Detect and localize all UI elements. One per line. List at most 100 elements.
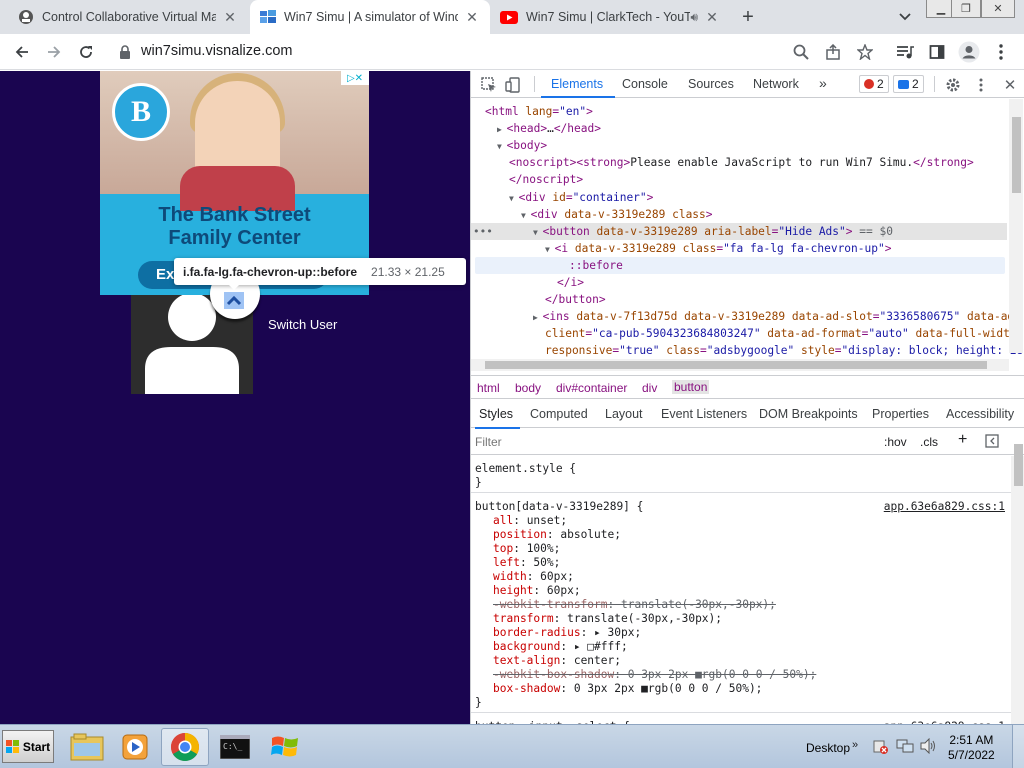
address-bar[interactable]: win7simu.visnalize.com <box>141 43 293 59</box>
errors-badge[interactable]: 2 <box>859 75 889 93</box>
tab-sources[interactable]: Sources <box>688 77 734 91</box>
taskbar-windows[interactable] <box>261 728 309 766</box>
dom-node-line[interactable]: ::before <box>569 257 623 274</box>
device-toolbar-icon[interactable] <box>501 73 525 97</box>
dom-node-line[interactable]: ▼ <i data-v-3319e289 class="fa fa-lg fa-… <box>545 240 891 258</box>
breadcrumb-item[interactable]: div#container <box>556 381 627 395</box>
restore-button[interactable]: ❐ <box>951 0 981 18</box>
css-property[interactable]: position: absolute; <box>493 528 621 542</box>
taskbar-media-player[interactable] <box>111 728 159 766</box>
more-tabs-button[interactable]: » <box>819 75 827 91</box>
tab-win7simu[interactable]: Win7 Simu | A simulator of Window ✕ <box>250 0 490 34</box>
share-icon[interactable] <box>821 40 845 64</box>
toggle-sidebar-icon[interactable] <box>985 434 999 448</box>
dom-node-line[interactable]: ▶ <ins data-v-7f13d75d data-v-3319e289 d… <box>533 308 1021 326</box>
css-property[interactable]: -webkit-box-shadow: 0 3px 2px ■rgb(0 0 0… <box>493 668 816 682</box>
tab-accessibility[interactable]: Accessibility <box>946 407 1014 421</box>
breadcrumb-item[interactable]: div <box>642 381 657 395</box>
styles-scrollbar[interactable] <box>1011 456 1024 724</box>
system-clock[interactable]: 2:51 AM 5/7/2022 <box>948 733 995 763</box>
css-property[interactable]: left: 50%; <box>493 556 560 570</box>
styles-scroll-thumb[interactable] <box>1014 444 1023 486</box>
dom-h-scroll-thumb[interactable] <box>485 361 987 369</box>
tab-search-button[interactable] <box>893 5 917 29</box>
collapsed-triangle-icon[interactable]: ▶ <box>533 313 543 322</box>
tab-layout[interactable]: Layout <box>605 407 643 421</box>
tab-event-listeners[interactable]: Event Listeners <box>661 407 747 421</box>
switch-user-link[interactable]: Switch User <box>268 317 337 332</box>
css-property[interactable]: height: 60px; <box>493 584 581 598</box>
tab-youtube[interactable]: Win7 Simu | ClarkTech - YouTu 🔊︎ ✕ <box>490 0 730 34</box>
stylesheet-link[interactable]: app.63e6a829.css:1 <box>884 500 1005 514</box>
dom-node-line[interactable]: ▼ <button data-v-3319e289 aria-label="Hi… <box>533 223 893 241</box>
dom-node-line[interactable]: </i> <box>557 274 584 291</box>
css-property[interactable]: width: 60px; <box>493 570 574 584</box>
settings-gear-icon[interactable] <box>941 73 965 97</box>
css-rule-text[interactable]: } <box>475 696 482 710</box>
network-icon[interactable] <box>896 738 914 754</box>
start-button[interactable]: Start <box>2 730 54 763</box>
forward-button[interactable] <box>42 40 66 64</box>
ad-choices-icon[interactable]: ▷✕ <box>341 71 369 85</box>
css-property[interactable]: all: unset; <box>493 514 567 528</box>
expanded-triangle-icon[interactable]: ▼ <box>533 228 543 237</box>
dom-node-line[interactable]: ▼ <body> <box>497 137 547 155</box>
inspect-element-icon[interactable] <box>477 73 501 97</box>
reload-button[interactable] <box>74 40 98 64</box>
styles-filter-input[interactable] <box>475 433 865 451</box>
taskbar-cmd[interactable]: C:\_ <box>211 728 259 766</box>
action-center-icon[interactable] <box>872 738 888 754</box>
back-button[interactable] <box>10 40 34 64</box>
breadcrumb-item[interactable]: html <box>477 381 500 395</box>
taskbar-chrome[interactable] <box>161 728 209 766</box>
dom-node-line[interactable]: ▼ <div data-v-3319e289 class> <box>521 206 713 224</box>
dom-node-line[interactable]: <html lang="en"> <box>485 103 593 120</box>
profile-avatar[interactable] <box>957 40 981 64</box>
breadcrumb-item-active[interactable]: button <box>672 380 710 394</box>
expanded-triangle-icon[interactable]: ▼ <box>497 142 507 151</box>
css-property[interactable]: border-radius: ▸ 30px; <box>493 626 641 640</box>
side-panel-icon[interactable] <box>925 40 949 64</box>
taskbar-explorer[interactable] <box>63 728 111 766</box>
tab-console[interactable]: Console <box>622 77 668 91</box>
expanded-triangle-icon[interactable]: ▼ <box>509 194 519 203</box>
show-desktop-button[interactable] <box>1012 725 1024 768</box>
new-tab-button[interactable]: + <box>736 5 760 29</box>
tab-network[interactable]: Network <box>753 77 799 91</box>
bookmark-star-icon[interactable] <box>853 40 877 64</box>
dom-node-line[interactable]: </noscript> <box>509 171 583 188</box>
cls-toggle[interactable]: .cls <box>920 435 938 449</box>
tab-elements[interactable]: Elements <box>551 77 603 91</box>
css-property[interactable]: top: 100%; <box>493 542 560 556</box>
expanded-triangle-icon[interactable]: ▼ <box>545 245 555 254</box>
browser-menu-button[interactable] <box>989 40 1013 64</box>
dom-scroll-thumb[interactable] <box>1012 117 1021 193</box>
tab-dom-breakpoints[interactable]: DOM Breakpoints <box>759 407 858 421</box>
css-rule-text[interactable]: } <box>475 476 482 490</box>
devtools-menu-icon[interactable] <box>969 73 993 97</box>
dom-node-line[interactable]: client="ca-pub-5904323684803247" data-ad… <box>545 325 1023 342</box>
volume-icon[interactable] <box>920 738 938 754</box>
expanded-triangle-icon[interactable]: ▼ <box>521 211 531 220</box>
lock-icon[interactable] <box>113 40 137 64</box>
css-property[interactable]: text-align: center; <box>493 654 621 668</box>
dom-node-line[interactable]: responsive="true" class="adsbygoogle" st… <box>545 342 1024 359</box>
css-property[interactable]: background: ▸ □#fff; <box>493 640 628 654</box>
dom-node-line[interactable]: <noscript><strong>Please enable JavaScri… <box>509 154 974 171</box>
tab-control-vm[interactable]: Control Collaborative Virtual Machin ✕ <box>8 0 248 34</box>
zoom-icon[interactable] <box>789 40 813 64</box>
collapsed-triangle-icon[interactable]: ▶ <box>497 125 507 134</box>
close-tab-icon[interactable]: ✕ <box>704 9 720 25</box>
breadcrumb-item[interactable]: body <box>515 381 541 395</box>
hov-toggle[interactable]: :hov <box>884 435 907 449</box>
css-property[interactable]: -webkit-transform: translate(-30px,-30px… <box>493 598 776 612</box>
chevron-double-icon[interactable]: » <box>852 739 858 751</box>
css-property[interactable]: box-shadow: 0 3px 2px ■rgb(0 0 0 / 50%); <box>493 682 762 696</box>
css-property[interactable]: transform: translate(-30px,-30px); <box>493 612 722 626</box>
tab-computed[interactable]: Computed <box>530 407 588 421</box>
close-window-button[interactable]: ✕ <box>981 0 1015 18</box>
tab-styles[interactable]: Styles <box>479 407 513 421</box>
messages-badge[interactable]: 2 <box>893 75 924 93</box>
css-selector[interactable]: button[data-v-3319e289] { <box>475 500 643 514</box>
speaker-icon[interactable]: 🔊︎ <box>690 10 698 25</box>
